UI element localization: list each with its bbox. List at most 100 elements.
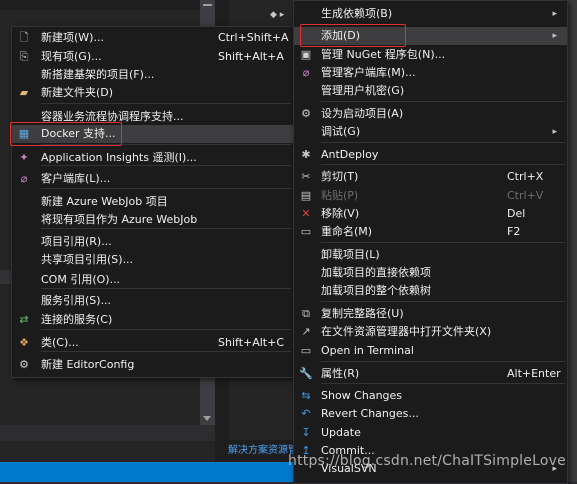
menu-item[interactable]: ✂ 剪切(T) Ctrl+X (294, 168, 567, 186)
menu-item-label: 现有项(G)... (41, 50, 102, 63)
terminal-icon: ▭ (300, 344, 312, 357)
menu-item[interactable]: 服务引用(S)... (12, 292, 293, 310)
menu-item-shortcut: Shift+Alt+A (218, 50, 284, 63)
icon-placeholder (16, 252, 32, 268)
menu-item[interactable]: ⌀ 管理客户端库(M)... (294, 64, 567, 82)
menu-item-label: 管理用户机密(G) (321, 84, 405, 97)
menu-item[interactable]: ⚙ 设为启动项目(A) (294, 105, 567, 123)
menu-item[interactable]: 项目引用(R)... (12, 233, 293, 251)
menu-item[interactable]: ↶ Revert Changes... (294, 405, 567, 423)
menu-item-label: 调试(G) (321, 125, 361, 138)
panel-top-edge (0, 0, 215, 10)
menu-item[interactable]: 🗋 新建项(W)... Ctrl+Shift+A (12, 29, 293, 47)
menu-item-label: 重命名(M) (321, 225, 373, 238)
update-icon: ↧ (301, 426, 311, 439)
menu-item[interactable]: 将现有项目作为 Azure WebJob (12, 211, 293, 229)
menu-separator (41, 329, 291, 330)
menu-item[interactable]: 加载项目的整个依赖树 (294, 282, 567, 300)
menu-item-shortcut: Del (507, 207, 526, 220)
menu-item-label: 在文件资源管理器中打开文件夹(X) (321, 325, 492, 338)
paste-icon: ▤ (300, 189, 312, 202)
menu-item-label: 服务引用(S)... (41, 294, 112, 307)
menu-item-label: 项目引用(R)... (41, 235, 112, 248)
icon-placeholder (16, 194, 32, 210)
menu-separator (41, 103, 291, 104)
icon-placeholder (298, 6, 314, 22)
menu-item-label: 客户端库(L)... (41, 172, 111, 185)
menu-item[interactable]: ⌀ 客户端库(L)... (12, 170, 293, 188)
menu-item[interactable]: COM 引用(O)... (12, 271, 293, 289)
menu-item[interactable]: ▣ 管理 NuGet 程序包(N)... (294, 46, 567, 64)
menu-item[interactable]: ⇆ Show Changes (294, 387, 567, 405)
menu-item-label: Revert Changes... (321, 407, 419, 420)
menu-item-label: 复制完整路径(U) (321, 307, 404, 320)
menu-item[interactable]: 生成依赖项(B) ▸ (294, 5, 567, 23)
menu-item-label: 新建项(W)... (41, 31, 104, 44)
menu-item[interactable]: 加载项目的直接依赖项 (294, 264, 567, 282)
menu-item-label: 将现有项目作为 Azure WebJob (41, 213, 198, 226)
menu-item[interactable]: ⎘ 现有项(G)... Shift+Alt+A (12, 48, 293, 66)
project-context-menu: 生成依赖项(B) ▸ 添加(D) ▸ ▣ 管理 NuGet 程序包(N)... ⌀ 管理客户端… (293, 0, 568, 484)
icon-placeholder (16, 212, 32, 228)
menu-item-label: COM 引用(O)... (41, 273, 121, 286)
connected-service-icon: ⇄ (19, 313, 29, 326)
menu-item[interactable]: ⧉ 复制完整路径(U) (294, 305, 567, 323)
panel-bottom-bar (0, 425, 215, 441)
add-item-highlight (300, 24, 406, 47)
new-folder-icon: ▰ (19, 86, 29, 99)
menu-item-label: 新建 Azure WebJob 项目 (41, 195, 168, 208)
icon-placeholder (16, 67, 32, 83)
menu-item-shortcut: Alt+Enter (507, 367, 561, 380)
icon-placeholder (298, 265, 314, 281)
client-library-icon: ⌀ (20, 172, 28, 185)
menu-item-label: 管理客户端库(M)... (321, 66, 416, 79)
menu-item[interactable]: 🔧 属性(R) Alt+Enter (294, 365, 567, 383)
add-submenu: 🗋 新建项(W)... Ctrl+Shift+A ⎘ 现有项(G)... Shift+Al… (11, 26, 294, 378)
menu-item[interactable]: 卸载项目(L) (294, 246, 567, 264)
menu-item-shortcut: Ctrl+X (507, 170, 544, 183)
gear-icon: ⚙ (301, 107, 311, 120)
icon-placeholder (16, 272, 32, 288)
menu-item[interactable]: ⇄ 连接的服务(C) (12, 311, 293, 329)
menu-item-label: 设为启动项目(A) (321, 107, 404, 120)
menu-item[interactable]: ↧ Update (294, 424, 567, 442)
menu-separator (41, 228, 291, 229)
menu-item[interactable]: ▭ Open in Terminal (294, 342, 567, 360)
menu-item-label: 新建 EditorConfig (41, 358, 135, 371)
menu-separator (321, 383, 565, 384)
menu-item[interactable]: 共享项目引用(S)... (12, 251, 293, 269)
menu-item[interactable]: 新搭建基架的项目(F)... (12, 66, 293, 84)
menu-item[interactable]: ⚙ 新建 EditorConfig (12, 356, 293, 374)
antdeploy-icon: ✱ (301, 148, 311, 161)
menu-item-label: 加载项目的直接依赖项 (321, 266, 431, 279)
menu-item-label: 管理 NuGet 程序包(N)... (321, 48, 446, 61)
menu-item[interactable]: ▤ 粘贴(P) Ctrl+V (294, 187, 567, 205)
menu-item-label: 新建文件夹(D) (41, 86, 114, 99)
menu-item-shortcut: F2 (507, 225, 521, 238)
icon-placeholder (298, 247, 314, 263)
submenu-arrow-icon: ▸ (552, 127, 557, 137)
menu-item-label: 共享项目引用(S)... (41, 253, 134, 266)
tree-expand-icon[interactable]: ◆ ▸ (270, 10, 284, 20)
menu-item-shortcut: Ctrl+V (507, 189, 544, 202)
menu-item[interactable]: ▭ 重命名(M) F2 (294, 223, 567, 241)
menu-item[interactable]: ✕ 移除(V) Del (294, 205, 567, 223)
menu-item[interactable]: ▰ 新建文件夹(D) (12, 84, 293, 102)
menu-item[interactable]: 管理用户机密(G) (294, 82, 567, 100)
scrollbar-thumb[interactable] (203, 4, 212, 6)
icon-placeholder (298, 83, 314, 99)
menu-item[interactable]: ↗ 在文件资源管理器中打开文件夹(X) (294, 323, 567, 341)
menu-separator (321, 361, 565, 362)
menu-item-label: Open in Terminal (321, 344, 414, 357)
copy-path-icon: ⧉ (302, 307, 310, 320)
menu-item[interactable]: ✱ AntDeploy (294, 146, 567, 164)
scroll-down-arrow-icon[interactable] (203, 416, 211, 421)
menu-separator (41, 165, 291, 166)
menu-separator (321, 242, 565, 243)
menu-separator (321, 142, 565, 143)
menu-item[interactable]: 新建 Azure WebJob 项目 (12, 193, 293, 211)
menu-item[interactable]: ❖ 类(C)... Shift+Alt+C (12, 334, 293, 352)
wrench-icon: 🔧 (299, 367, 313, 380)
menu-item-label: 生成依赖项(B) (321, 7, 393, 20)
menu-item[interactable]: 调试(G) ▸ (294, 123, 567, 141)
